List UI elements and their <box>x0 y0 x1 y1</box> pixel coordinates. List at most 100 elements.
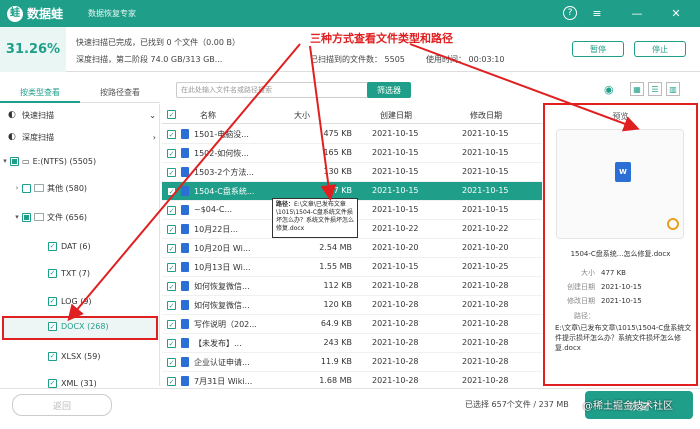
tree-folder-files[interactable]: ▾ 文件 (656) <box>0 206 160 228</box>
tree-deep-scan[interactable]: ◐ 深度扫描 › <box>0 126 160 148</box>
type-checkbox[interactable]: ✓ <box>48 351 57 361</box>
type-checkbox[interactable]: ✓ <box>48 296 57 306</box>
file-type-tree: ◐ 快速扫描 ⌄ ◐ 深度扫描 › ▾ ▭ E:(NTFS) (5505) › … <box>0 104 160 388</box>
quick-scan-status: 快速扫描已完成，已找到 0 个文件（0.00 B） <box>76 38 241 47</box>
selection-summary: 已选择 657个文件 / 237 MB <box>465 400 569 409</box>
stop-button[interactable]: 停止 <box>634 41 686 57</box>
row-checkbox[interactable]: ✓ <box>167 206 176 215</box>
chevron-down-icon[interactable]: ⌄ <box>149 111 156 120</box>
eye-icon[interactable]: ◉ <box>604 83 614 96</box>
table-row[interactable]: ✓ 【未发布】... 243 KB 2021-10-28 2021-10-28 <box>162 334 542 353</box>
table-row[interactable]: ✓ 10月13日 Wi... 1.55 MB 2021-10-15 2021-10-25 <box>162 258 542 277</box>
preview-file-name: 1504-C盘系统...怎么修复.docx <box>570 250 671 258</box>
row-checkbox[interactable]: ✓ <box>167 301 176 310</box>
row-checkbox[interactable]: ✓ <box>167 358 176 367</box>
word-doc-icon <box>181 376 189 386</box>
table-row[interactable]: ✓ 如何恢复微信... 120 KB 2021-10-28 2021-10-28 <box>162 296 542 315</box>
caret-down-icon[interactable]: ▾ <box>0 157 10 165</box>
close-icon[interactable]: ✕ <box>667 4 685 22</box>
col-created[interactable]: 创建日期 <box>380 110 412 121</box>
tree-type-txt[interactable]: ✓ TXT (7) <box>0 262 160 284</box>
cell-modified: 2021-10-28 <box>462 357 509 366</box>
table-row[interactable]: ✓ 7月31日 Wiki... 1.68 MB 2021-10-28 2021-10-2… <box>162 372 542 386</box>
tree-type-log[interactable]: ✓ LOG (9) <box>0 290 160 312</box>
tab-by-type[interactable]: 按类型查看 <box>0 83 80 103</box>
cell-modified: 2021-10-28 <box>462 376 509 385</box>
grid-view-icon[interactable]: ▦ <box>630 82 644 96</box>
tree-type-xlsx[interactable]: ✓ XLSX (59) <box>0 345 160 367</box>
detail-view-icon[interactable]: ▥ <box>666 82 680 96</box>
cell-size: 165 KB <box>323 148 352 157</box>
word-doc-icon <box>181 129 189 139</box>
folder-checkbox[interactable] <box>22 183 31 193</box>
word-doc-icon: W <box>615 162 631 182</box>
row-checkbox[interactable]: ✓ <box>167 244 176 253</box>
type-checkbox[interactable]: ✓ <box>48 378 57 388</box>
folder-checkbox[interactable] <box>22 212 31 222</box>
word-doc-icon <box>181 243 189 253</box>
caret-down-icon[interactable]: ▾ <box>12 213 22 221</box>
cell-created: 2021-10-28 <box>372 281 419 290</box>
table-row[interactable]: ✓ 1502-如何恢... 165 KB 2021-10-15 2021-10-15 <box>162 144 542 163</box>
word-doc-icon <box>181 205 189 215</box>
pause-button[interactable]: 暂停 <box>572 41 624 57</box>
row-checkbox[interactable]: ✓ <box>167 168 176 177</box>
row-checkbox[interactable]: ✓ <box>167 320 176 329</box>
tree-drive-e[interactable]: ▾ ▭ E:(NTFS) (5505) <box>0 150 160 172</box>
tab-by-path[interactable]: 按路径查看 <box>80 83 160 103</box>
cell-created: 2021-10-20 <box>372 243 419 252</box>
chevron-right-icon[interactable]: › <box>153 133 156 142</box>
menu-icon[interactable]: ≡ <box>588 4 606 22</box>
row-checkbox[interactable]: ✓ <box>167 187 176 196</box>
tree-folder-other[interactable]: › 其他 (580) <box>0 177 160 199</box>
type-checkbox[interactable]: ✓ <box>48 241 57 251</box>
help-icon[interactable]: ? <box>563 6 577 20</box>
table-row[interactable]: ✓ 1503-2个方法... 130 KB 2021-10-15 2021-10-15 <box>162 163 542 182</box>
found-file-count: 已扫描到的文件数： 5505 <box>310 55 405 64</box>
cell-name: 如何恢复微信... <box>194 301 250 310</box>
col-name[interactable]: 名称 <box>200 110 216 121</box>
table-row[interactable]: ✓ 10月20日 Wi... 2.54 MB 2021-10-20 2021-10-20 <box>162 239 542 258</box>
table-row[interactable]: ✓ 如何恢复微信... 112 KB 2021-10-28 2021-10-28 <box>162 277 542 296</box>
col-modified[interactable]: 修改日期 <box>470 110 502 121</box>
path-tooltip: 路径：E:\文章\已发布文章\1015\1504-C盘系统文件损坏怎么办？系统文… <box>272 198 358 238</box>
cell-created: 2021-10-15 <box>372 167 419 176</box>
back-button[interactable]: 返回 <box>12 394 112 416</box>
cell-created: 2021-10-15 <box>372 148 419 157</box>
row-checkbox[interactable]: ✓ <box>167 282 176 291</box>
minimize-icon[interactable]: — <box>628 4 646 22</box>
table-row[interactable]: ✓ 企业认证申请... 11.9 KB 2021-10-28 2021-10-28 <box>162 353 542 372</box>
row-checkbox[interactable]: ✓ <box>167 149 176 158</box>
table-row[interactable]: ✓ 1501-电脑没... 475 KB 2021-10-15 2021-10-15 <box>162 125 542 144</box>
row-checkbox[interactable]: ✓ <box>167 263 176 272</box>
magnifier-icon[interactable] <box>667 218 679 230</box>
folder-icon <box>34 184 44 192</box>
tree-type-dat[interactable]: ✓ DAT (6) <box>0 235 160 257</box>
row-checkbox[interactable]: ✓ <box>167 377 176 386</box>
cell-created: 2021-10-28 <box>372 376 419 385</box>
cell-modified: 2021-10-28 <box>462 281 509 290</box>
tree-quick-scan[interactable]: ◐ 快速扫描 ⌄ <box>0 104 160 126</box>
word-doc-icon <box>181 186 189 196</box>
cell-name: 1504-C盘系统... <box>194 187 255 196</box>
preview-thumbnail: W <box>556 129 684 239</box>
select-all-checkbox[interactable]: ✓ <box>167 110 176 119</box>
table-row[interactable]: ✓ 写作说明（202... 64.9 KB 2021-10-28 2021-10-28 <box>162 315 542 334</box>
cell-name: ~$04-C... <box>194 205 233 214</box>
word-doc-icon <box>181 338 189 348</box>
search-input[interactable]: 在此处输入文件名或路径搜索 <box>176 82 372 98</box>
drive-checkbox[interactable] <box>10 156 19 166</box>
tree-type-docx[interactable]: ✓ DOCX (268) <box>2 316 158 340</box>
caret-right-icon[interactable]: › <box>12 184 22 192</box>
row-checkbox[interactable]: ✓ <box>167 225 176 234</box>
list-view-icon[interactable]: ☰ <box>648 82 662 96</box>
type-checkbox[interactable]: ✓ <box>48 322 57 331</box>
cell-size: 475 KB <box>323 129 352 138</box>
filter-button[interactable]: 筛选器 <box>367 82 411 98</box>
preview-created: 创建日期 2021-10-15 <box>567 283 642 291</box>
watermark: @稀土掘金技术社区 <box>583 401 673 412</box>
row-checkbox[interactable]: ✓ <box>167 130 176 139</box>
type-checkbox[interactable]: ✓ <box>48 268 57 278</box>
row-checkbox[interactable]: ✓ <box>167 339 176 348</box>
col-size[interactable]: 大小 <box>294 110 310 121</box>
